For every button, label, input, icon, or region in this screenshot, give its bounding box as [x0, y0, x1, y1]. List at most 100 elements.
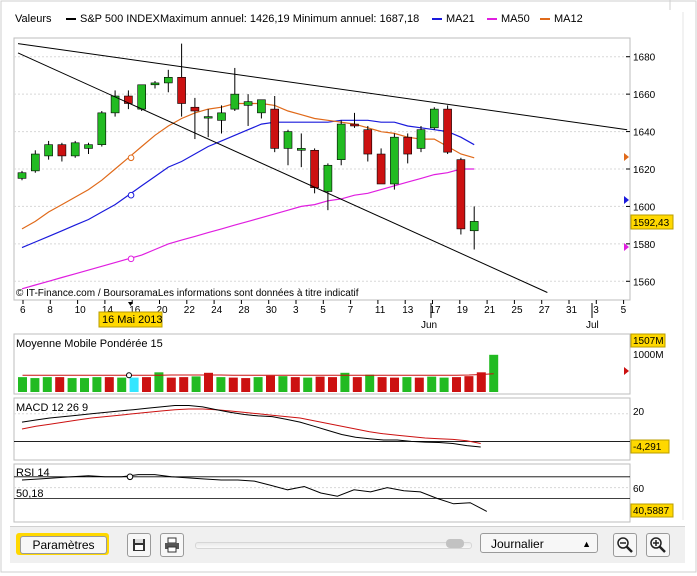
y-tick-label: 1620: [633, 165, 656, 176]
parametres-button[interactable]: Paramètres: [16, 533, 109, 555]
macd-badge-text: -4,291: [633, 442, 662, 453]
volume-bar: [427, 376, 437, 392]
price-panel: 1560 1580 1600 1620 1640 1660 1680 © IT-Financ…: [13, 37, 656, 301]
parametres-label: Paramètres: [20, 536, 107, 554]
x-tick-label: 27: [539, 305, 551, 316]
candle-body: [257, 99, 266, 114]
x-tick-label: 24: [211, 305, 223, 316]
volume-bar: [55, 377, 65, 392]
x-tick-label: 3: [593, 305, 599, 316]
ma50-marker: [127, 255, 135, 263]
candle-body: [164, 77, 173, 84]
chart-frame: Valeurs S&P 500 INDEX Maximum annuel: 14…: [0, 0, 697, 573]
y-tick-label: 1560: [633, 277, 656, 288]
volume-bar: [241, 378, 251, 392]
rsi-marker: [126, 473, 134, 481]
print-button[interactable]: [160, 533, 184, 557]
volume-bar: [377, 377, 387, 392]
candle-body: [30, 153, 40, 172]
x-tick-label: 11: [375, 305, 386, 316]
volume-bar: [216, 377, 226, 392]
candle-body: [403, 136, 413, 155]
x-month-label: Jun: [421, 320, 437, 331]
candle-body: [310, 149, 319, 189]
x-tick-label: 25: [511, 305, 523, 316]
ma12-marker: [127, 154, 135, 162]
volume-bar: [228, 377, 238, 392]
candle-body: [190, 106, 200, 112]
y-tick-label: 1660: [633, 90, 656, 101]
volume-bar: [290, 377, 300, 392]
zoom-out-button[interactable]: [613, 533, 637, 557]
y-tick-label: 1680: [633, 53, 656, 64]
volume-bar: [166, 377, 176, 392]
x-month-label: Jul: [586, 320, 599, 331]
volume-bar: [303, 377, 313, 392]
volume-bar: [129, 377, 139, 392]
volume-bar: [18, 377, 27, 392]
volume-bar: [328, 377, 337, 392]
macd-panel: MACD 12 26 9: [13, 397, 631, 461]
x-tick-label: 6: [20, 305, 26, 316]
x-tick-label: 7: [348, 305, 354, 316]
candle-body: [390, 136, 399, 185]
volume-bar: [278, 376, 288, 392]
volume-badge-text: 1507M: [633, 336, 664, 347]
x-tick-label: 5: [621, 305, 627, 316]
timeline-slider[interactable]: [195, 542, 472, 549]
copyright-text: © IT-Finance.com / BoursoramaLes informa…: [16, 288, 359, 299]
floppy-disk-icon: [133, 539, 145, 551]
volume-bar: [253, 377, 263, 392]
volume-bar: [191, 376, 201, 392]
legend-label: MA50: [501, 13, 530, 25]
timeline-slider-thumb[interactable]: [446, 539, 464, 548]
candle-body: [363, 129, 373, 155]
volume-ytick: 1000M: [633, 350, 664, 361]
volume-bar: [402, 377, 412, 392]
volume-bar: [315, 376, 325, 392]
candle-body: [44, 144, 53, 157]
candle-body: [429, 108, 439, 129]
volume-bar: [204, 372, 213, 392]
volume-bar: [489, 354, 499, 392]
max-min-text: Maximum annuel: 1426,19 Minimum annuel: …: [160, 13, 419, 25]
candle-body: [456, 159, 466, 230]
chart-header: Valeurs S&P 500 INDEX Maximum annuel: 14…: [15, 13, 583, 25]
volume-bar: [464, 376, 474, 392]
candle-body: [443, 108, 452, 153]
period-label: Journalier: [491, 537, 544, 551]
candle-body: [243, 101, 253, 106]
rsi-badge-text: 40,5887: [633, 506, 670, 517]
candle-body: [84, 144, 93, 149]
legend-label: MA12: [554, 13, 583, 25]
toolbar: Paramètres Journalier ▲: [10, 526, 685, 563]
volume-panel: Moyenne Mobile Pondérée 15: [13, 333, 631, 395]
x-tick-label: 5: [320, 305, 326, 316]
candle-body: [350, 123, 359, 127]
volume-marker: [126, 372, 132, 379]
zoom-in-icon: [650, 537, 666, 553]
candle-body: [203, 116, 213, 119]
chart-canvas: Valeurs S&P 500 INDEX Maximum annuel: 14…: [0, 0, 697, 573]
period-select[interactable]: Journalier ▲: [480, 533, 598, 553]
price-badge-text: 1592,43: [633, 218, 670, 229]
y-tick-label: 1600: [633, 202, 656, 213]
printer-icon: [165, 537, 179, 553]
x-tick-label: 19: [457, 305, 469, 316]
x-tick-label: 3: [293, 305, 299, 316]
candle-body: [323, 164, 333, 192]
volume-bar: [452, 377, 461, 392]
candle-body: [97, 112, 107, 145]
save-button[interactable]: [127, 533, 151, 557]
candle-body: [376, 153, 386, 185]
rsi-ytick: 60: [633, 484, 645, 495]
volume-bar: [390, 377, 399, 392]
candle-body: [230, 93, 240, 110]
volume-bar: [92, 377, 102, 392]
candle-body: [137, 84, 146, 110]
y-tick-label: 1580: [633, 240, 656, 251]
zoom-in-button[interactable]: [646, 533, 670, 557]
candle-body: [283, 131, 293, 149]
candle-body: [336, 123, 346, 160]
x-tick-label: 30: [266, 305, 278, 316]
